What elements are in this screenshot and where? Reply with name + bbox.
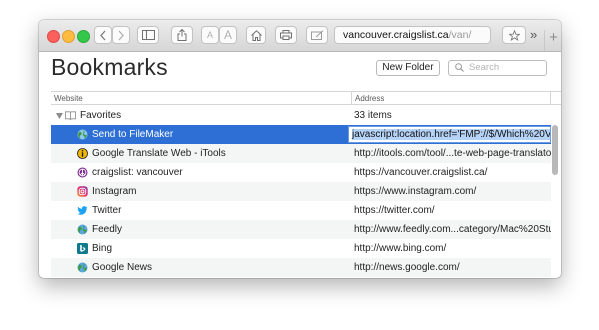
table-header: Website Address [51, 91, 561, 105]
bookmark-name: Send to FileMaker [92, 129, 174, 140]
print-button[interactable] [275, 26, 297, 44]
bookmark-name: Google News [92, 262, 153, 273]
bookmark-row[interactable]: Twitter https://twitter.com/ [51, 201, 551, 220]
back-button[interactable] [94, 26, 112, 44]
forward-button[interactable] [112, 26, 130, 44]
favorites-folder-row[interactable]: Favorites 33 items [51, 106, 551, 125]
instagram-icon [77, 186, 88, 197]
zoom-window-button[interactable] [77, 30, 90, 43]
column-header-website[interactable]: Website [54, 92, 83, 105]
toolbar: A A vancouver.craigslist.ca/van/ » + [39, 20, 561, 52]
bookmark-name: Instagram [92, 186, 137, 197]
close-window-button[interactable] [47, 30, 60, 43]
new-tab-button[interactable]: + [544, 30, 561, 51]
bookmark-row[interactable]: Bing http://www.bing.com/ [51, 239, 551, 258]
bookmark-row[interactable]: craigslist: vancouver https://vancouver.… [51, 163, 551, 182]
bookmark-row[interactable]: Feedly http://www.feedly.com...category/… [51, 220, 551, 239]
bookmark-name: Twitter [92, 205, 122, 216]
bookmark-row[interactable]: Google Translate Web - iTools http://ito… [51, 144, 551, 163]
disclosure-triangle-icon [56, 113, 63, 119]
bookmark-row[interactable]: Instagram https://www.instagram.com/ [51, 182, 551, 201]
column-header-address[interactable]: Address [351, 92, 384, 105]
bookmark-name: Bing [92, 243, 113, 254]
share-icon [177, 29, 187, 41]
bookmark-row[interactable]: Google News http://news.google.com/ [51, 258, 551, 277]
share-button[interactable] [171, 26, 193, 44]
book-icon [65, 111, 76, 120]
favorites-label: Favorites [80, 110, 122, 121]
address-bar[interactable]: vancouver.craigslist.ca/van/ [334, 26, 491, 44]
chevron-left-icon [100, 30, 106, 40]
globe-icon [77, 224, 88, 235]
bookmark-address: https://www.instagram.com/ [354, 186, 477, 197]
column-divider [550, 92, 551, 105]
globe-icon [77, 129, 88, 140]
bookmark-address: https://twitter.com/ [354, 205, 435, 216]
sidebar-button[interactable] [137, 26, 159, 44]
address-host: vancouver.craigslist.ca [343, 29, 449, 41]
peace-icon [77, 167, 88, 178]
bing-icon [77, 243, 88, 254]
print-icon [280, 30, 292, 40]
search-field[interactable]: Search [448, 60, 547, 76]
more-toolbar-items-icon[interactable]: » [530, 27, 537, 42]
search-placeholder: Search [469, 62, 500, 73]
decrease-font-button[interactable]: A [201, 26, 219, 44]
notes-button[interactable] [306, 26, 328, 44]
new-folder-button[interactable]: New Folder [376, 60, 440, 76]
bookmark-name: craigslist: vancouver [92, 167, 183, 178]
bookmark-address: http://news.google.com/ [354, 262, 460, 273]
increase-font-button[interactable]: A [219, 26, 237, 44]
sidebar-icon [141, 30, 155, 40]
search-icon [455, 63, 464, 72]
home-button[interactable] [246, 26, 266, 44]
bookmark-star-button[interactable] [502, 26, 526, 44]
bookmark-address: javascript:location.href='FMP://$/Which%… [352, 129, 550, 140]
minimize-window-button[interactable] [62, 30, 75, 43]
browser-window: A A vancouver.craigslist.ca/van/ » + Boo… [39, 20, 561, 278]
bookmark-address: http://www.feedly.com...category/Mac%20S… [354, 224, 551, 235]
address-edit-field[interactable]: javascript:location.href='FMP://$/Which%… [348, 126, 551, 143]
bookmark-address: http://www.bing.com/ [354, 243, 447, 254]
bookmark-row[interactable]: Send to FileMaker javascript:location.hr… [51, 125, 551, 144]
favorites-count: 33 items [354, 110, 392, 121]
bookmark-name: Feedly [92, 224, 123, 235]
page-title: Bookmarks [51, 54, 168, 80]
info-icon [77, 148, 88, 159]
home-icon [250, 29, 262, 41]
vertical-scrollbar[interactable] [552, 125, 558, 175]
pencil-box-icon [310, 30, 323, 40]
star-icon [508, 29, 520, 41]
chevron-right-icon [118, 30, 124, 40]
address-path: /van/ [448, 29, 472, 41]
twitter-icon [77, 206, 88, 215]
bookmark-address: https://vancouver.craigslist.ca/ [354, 167, 488, 178]
bookmark-address: http://itools.com/tool/...te-web-page-tr… [354, 148, 551, 159]
bookmarks-table: Website Address Favorites 33 items Send … [51, 91, 561, 278]
globe-icon [77, 262, 88, 273]
bookmark-name: Google Translate Web - iTools [92, 148, 226, 159]
